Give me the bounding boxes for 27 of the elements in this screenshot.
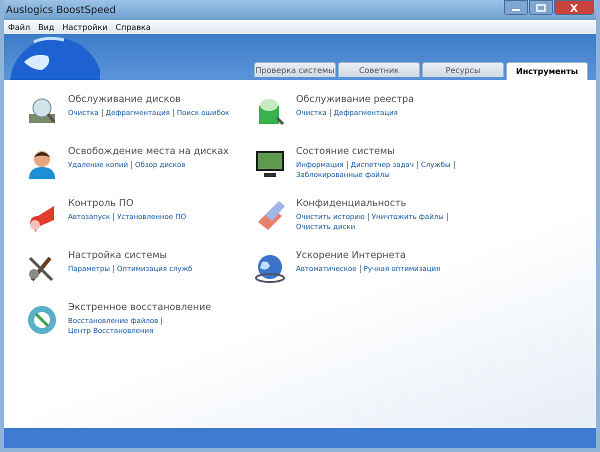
user-icon <box>26 148 58 180</box>
maximize-button[interactable] <box>529 0 553 15</box>
close-icon <box>569 4 579 12</box>
menu-item[interactable]: Файл <box>8 22 30 32</box>
tool-title: Ускорение Интернета <box>296 250 407 261</box>
close-button[interactable] <box>554 0 594 15</box>
tool-title: Обслуживание дисков <box>68 94 182 105</box>
globe-icon <box>254 252 286 284</box>
tool-title: Контроль ПО <box>68 198 134 209</box>
menu-item[interactable]: Вид <box>38 22 54 32</box>
tool-title: Освобождение места на дисках <box>68 146 230 157</box>
menu-item[interactable]: Справка <box>116 22 151 32</box>
tool-title: Экстренное восстановление <box>68 302 212 313</box>
tool-title: Состояние системы <box>296 146 396 157</box>
tab[interactable]: Ресурсы <box>422 62 504 77</box>
maximize-icon <box>536 4 546 12</box>
tab[interactable]: Инструменты <box>506 62 588 80</box>
window-title: Auslogics BoostSpeed <box>6 4 116 16</box>
tool-title: Обслуживание реестра <box>296 94 415 105</box>
minimize-button[interactable] <box>504 0 528 15</box>
tab[interactable]: Советник <box>338 62 420 77</box>
monitor-icon <box>254 148 286 180</box>
tab[interactable]: Проверка системы <box>254 62 336 77</box>
menu-item[interactable]: Настройки <box>62 22 108 32</box>
lifebuoy-icon <box>26 304 58 336</box>
tool-title: Настройка системы <box>68 250 168 261</box>
tool-title: Конфиденциальность <box>296 198 408 209</box>
